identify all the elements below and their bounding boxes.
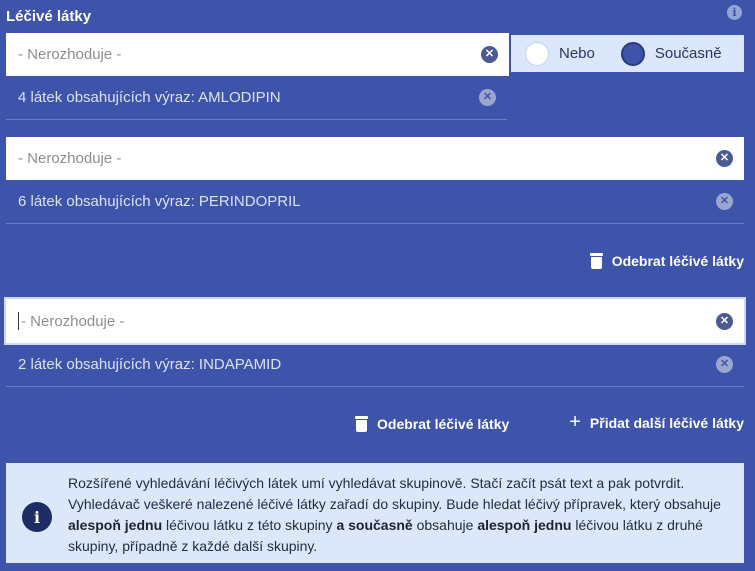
clear-icon[interactable]: ✕ — [716, 150, 733, 167]
mode-toggle: Nebo Současně — [511, 35, 744, 72]
remove-group-button-3[interactable]: Odebrat léčivé látky — [355, 416, 509, 432]
info-emphasis: alespoň jednu — [68, 517, 163, 533]
info-icon[interactable]: i — [727, 5, 742, 20]
radio-nebo-label[interactable]: Nebo — [559, 45, 595, 62]
result-text: 2 látek obsahujících výraz: INDAPAMID — [18, 356, 282, 373]
radio-nebo[interactable] — [525, 41, 549, 66]
substance-search-input-3[interactable]: - Nerozhoduje - ✕ — [6, 299, 744, 343]
radio-soucasne[interactable] — [620, 41, 645, 66]
clear-icon[interactable]: ✕ — [481, 46, 498, 63]
result-text: 6 látek obsahujících výraz: PERINDOPRIL — [18, 193, 301, 210]
result-text: 4 látek obsahujících výraz: AMLODIPIN — [18, 89, 281, 106]
remove-result-icon[interactable]: ✕ — [479, 89, 496, 106]
remove-group-label: Odebrat léčivé látky — [377, 416, 510, 432]
remove-group-label: Odebrat léčivé látky — [611, 253, 744, 269]
info-panel: Rozšířené vyhledávání léčivých látek umí… — [6, 463, 744, 563]
search-placeholder: - Nerozhoduje - — [18, 150, 122, 167]
trash-icon — [589, 253, 603, 269]
info-emphasis: a současně — [336, 517, 413, 533]
search-placeholder: - Nerozhoduje - — [21, 312, 125, 330]
info-icon: i — [22, 502, 52, 532]
remove-group-button-2[interactable]: Odebrat léčivé látky — [589, 253, 744, 269]
search-placeholder: - Nerozhoduje - — [18, 46, 122, 63]
add-group-label: Přidat další léčivé látky — [589, 415, 744, 431]
section-heading: Léčivé látky — [6, 8, 92, 25]
result-row-3: 2 látek obsahujících výraz: INDAPAMID ✕ — [6, 343, 744, 387]
substance-search-input-1[interactable]: - Nerozhoduje - ✕ — [6, 33, 509, 76]
clear-icon[interactable]: ✕ — [716, 312, 733, 330]
substance-search-input-2[interactable]: - Nerozhoduje - ✕ — [6, 137, 744, 180]
plus-icon: + — [569, 411, 581, 433]
radio-soucasne-label[interactable]: Současně — [655, 45, 722, 62]
info-text: Rozšířené vyhledávání léčivých látek umí… — [68, 475, 721, 512]
text-caret — [18, 312, 19, 330]
info-emphasis: alespoň jednu — [477, 517, 572, 533]
info-text: obsahuje — [412, 517, 478, 533]
remove-result-icon[interactable]: ✕ — [716, 356, 733, 373]
remove-result-icon[interactable]: ✕ — [716, 193, 733, 210]
info-text: léčivou látku z této skupiny — [162, 517, 337, 533]
add-group-button[interactable]: + Přidat další léčivé látky — [569, 411, 744, 433]
result-row-1: 4 látek obsahujících výraz: AMLODIPIN ✕ — [6, 76, 507, 120]
result-row-2: 6 látek obsahujících výraz: PERINDOPRIL … — [6, 180, 744, 224]
trash-icon — [355, 416, 368, 432]
